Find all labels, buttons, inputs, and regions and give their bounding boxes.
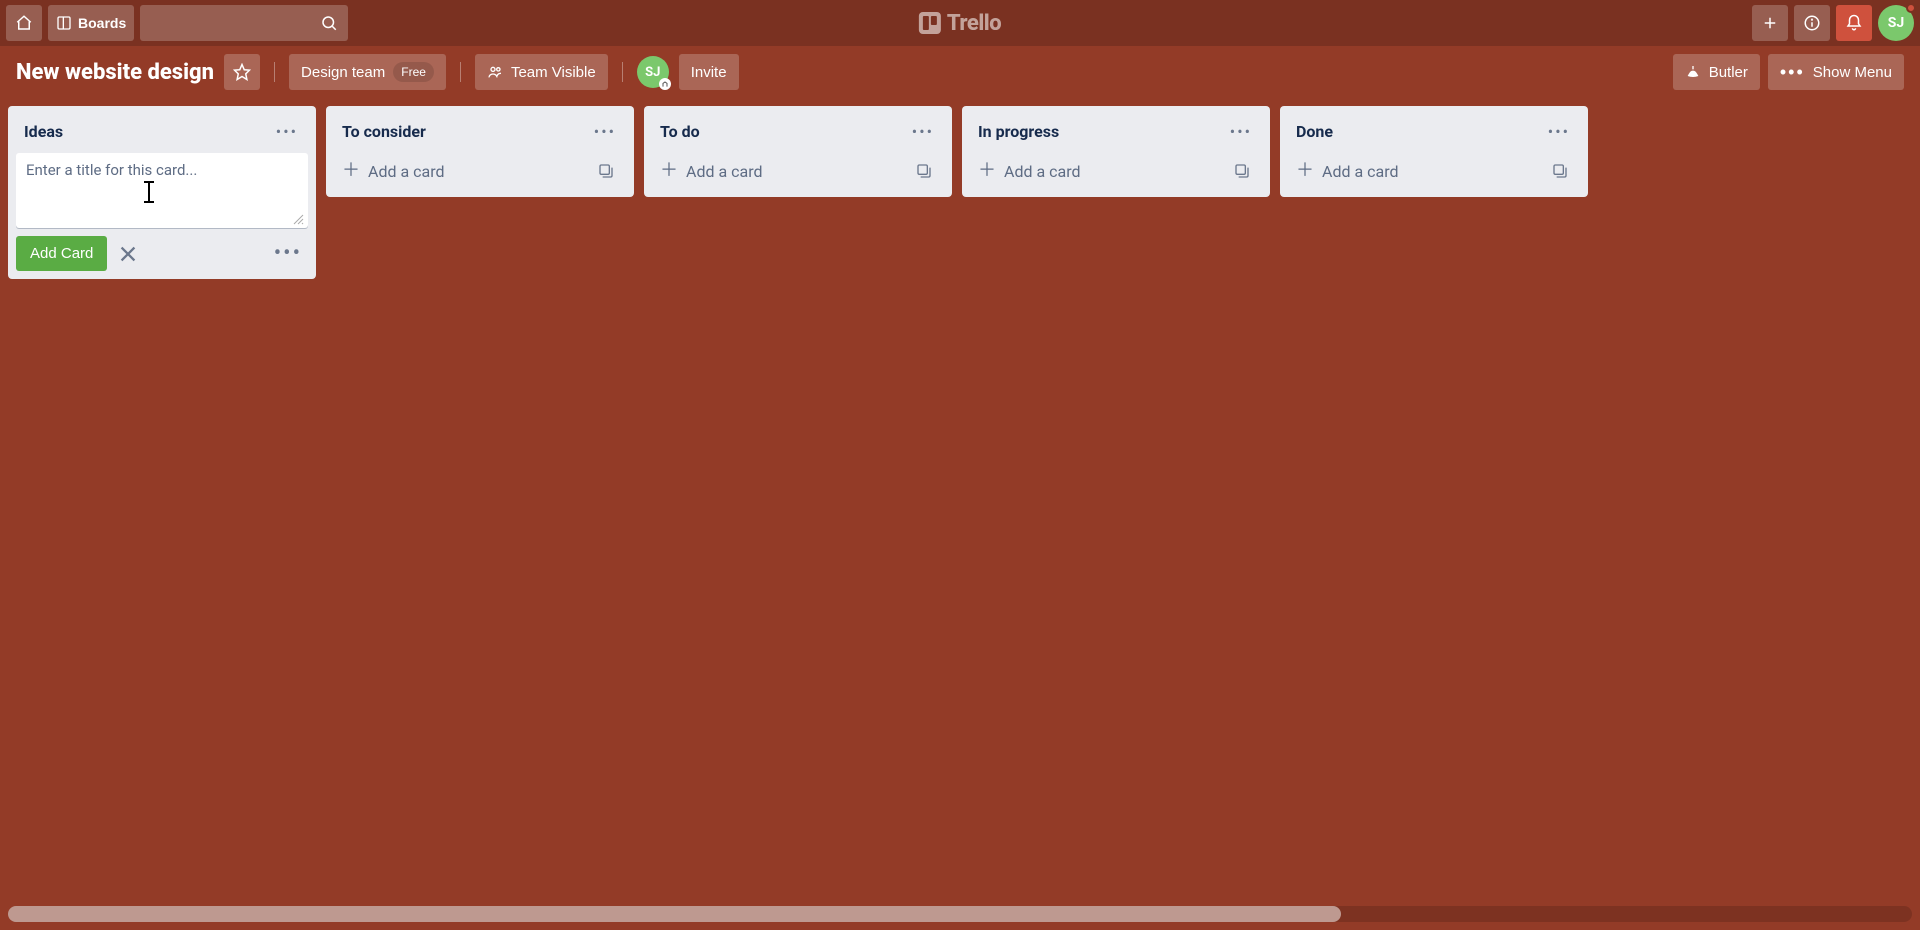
- user-avatar[interactable]: SJ: [1878, 5, 1914, 41]
- info-icon: [1803, 14, 1821, 32]
- visibility-button[interactable]: Team Visible: [475, 54, 608, 90]
- add-card-button[interactable]: ＋ Add a card: [334, 153, 626, 189]
- member-initials: SJ: [645, 65, 660, 80]
- plus-icon: ＋: [342, 162, 360, 180]
- logo-mark-icon: [919, 12, 941, 34]
- ellipsis-icon: •••: [274, 241, 302, 266]
- avatar-initials: SJ: [1888, 15, 1904, 31]
- card-template-button[interactable]: [594, 159, 618, 183]
- boards-icon: [56, 15, 72, 31]
- plus-icon: [1761, 14, 1779, 32]
- boards-button[interactable]: Boards: [48, 5, 134, 41]
- list: Ideas ••• Add Card •••: [8, 106, 316, 279]
- list-menu-button[interactable]: •••: [908, 118, 938, 145]
- home-icon: [15, 14, 33, 32]
- add-card-button[interactable]: ＋ Add a card: [1288, 153, 1580, 189]
- add-card-label: Add a card: [686, 162, 763, 181]
- add-card-label: Add a card: [368, 162, 445, 181]
- list-title[interactable]: In progress: [978, 122, 1059, 141]
- cancel-composer-button[interactable]: [117, 243, 139, 265]
- invite-label: Invite: [691, 64, 727, 81]
- template-icon: [598, 163, 614, 179]
- team-button[interactable]: Design team Free: [289, 54, 446, 90]
- boards-label: Boards: [78, 15, 126, 31]
- star-icon: [233, 63, 251, 81]
- card-template-button[interactable]: [912, 159, 936, 183]
- board-member-avatar[interactable]: SJ: [637, 56, 669, 88]
- close-icon: [117, 243, 139, 265]
- admin-badge-icon: [659, 78, 671, 90]
- info-button[interactable]: [1794, 5, 1830, 41]
- list-title[interactable]: To consider: [342, 122, 426, 141]
- list-menu-button[interactable]: •••: [1544, 118, 1574, 145]
- add-card-submit-button[interactable]: Add Card: [16, 236, 107, 271]
- list-title[interactable]: Done: [1296, 122, 1333, 141]
- composer-options-button[interactable]: •••: [268, 237, 308, 270]
- list: In progress ••• ＋ Add a card: [962, 106, 1270, 197]
- ellipsis-icon: •••: [1230, 122, 1252, 141]
- visibility-label: Team Visible: [511, 64, 596, 81]
- board-name[interactable]: New website design: [16, 60, 214, 85]
- app-logo[interactable]: Trello: [919, 11, 1001, 36]
- team-name: Design team: [301, 64, 385, 81]
- card-composer: [16, 153, 308, 228]
- ellipsis-icon: •••: [594, 122, 616, 141]
- list: Done ••• ＋ Add a card: [1280, 106, 1588, 197]
- ellipsis-icon: •••: [276, 122, 298, 141]
- search-icon: [320, 14, 338, 32]
- card-template-button[interactable]: [1230, 159, 1254, 183]
- add-card-label: Add a card: [1322, 162, 1399, 181]
- plus-icon: ＋: [1296, 162, 1314, 180]
- board-canvas[interactable]: Ideas ••• Add Card ••• To consider: [0, 98, 1920, 930]
- plan-badge: Free: [393, 62, 434, 82]
- notification-dot-icon: [1906, 3, 1916, 13]
- ellipsis-icon: •••: [1548, 122, 1570, 141]
- notifications-button[interactable]: [1836, 5, 1872, 41]
- ellipsis-icon: •••: [912, 122, 934, 141]
- list-menu-button[interactable]: •••: [590, 118, 620, 145]
- scrollbar-thumb[interactable]: [8, 906, 1341, 922]
- butler-icon: [1685, 64, 1701, 80]
- butler-button[interactable]: Butler: [1673, 54, 1760, 90]
- home-button[interactable]: [6, 5, 42, 41]
- template-icon: [1552, 163, 1568, 179]
- card-template-button[interactable]: [1548, 159, 1572, 183]
- list-menu-button[interactable]: •••: [1226, 118, 1256, 145]
- invite-button[interactable]: Invite: [679, 54, 739, 90]
- star-button[interactable]: [224, 54, 260, 90]
- butler-label: Butler: [1709, 64, 1748, 81]
- divider: [622, 62, 623, 82]
- list: To do ••• ＋ Add a card: [644, 106, 952, 197]
- create-button[interactable]: [1752, 5, 1788, 41]
- plus-icon: ＋: [660, 162, 678, 180]
- add-card-button[interactable]: ＋ Add a card: [970, 153, 1262, 189]
- divider: [274, 62, 275, 82]
- template-icon: [1234, 163, 1250, 179]
- global-header: Boards Trello SJ: [0, 0, 1920, 46]
- horizontal-scrollbar[interactable]: [8, 906, 1912, 922]
- team-icon: [487, 64, 503, 80]
- plus-icon: ＋: [978, 162, 996, 180]
- add-card-button[interactable]: ＋ Add a card: [652, 153, 944, 189]
- template-icon: [916, 163, 932, 179]
- list-menu-button[interactable]: •••: [272, 118, 302, 145]
- add-card-label: Add a card: [1004, 162, 1081, 181]
- board-header: New website design Design team Free Team…: [0, 46, 1920, 98]
- list-title[interactable]: Ideas: [24, 122, 63, 141]
- logo-text: Trello: [947, 11, 1001, 36]
- list: To consider ••• ＋ Add a card: [326, 106, 634, 197]
- card-title-input[interactable]: [26, 161, 298, 216]
- list-title[interactable]: To do: [660, 122, 700, 141]
- show-menu-button[interactable]: ••• Show Menu: [1768, 54, 1904, 90]
- ellipsis-icon: •••: [1780, 63, 1805, 81]
- search-input[interactable]: [140, 5, 348, 41]
- bell-icon: [1845, 14, 1863, 32]
- divider: [460, 62, 461, 82]
- show-menu-label: Show Menu: [1813, 64, 1892, 81]
